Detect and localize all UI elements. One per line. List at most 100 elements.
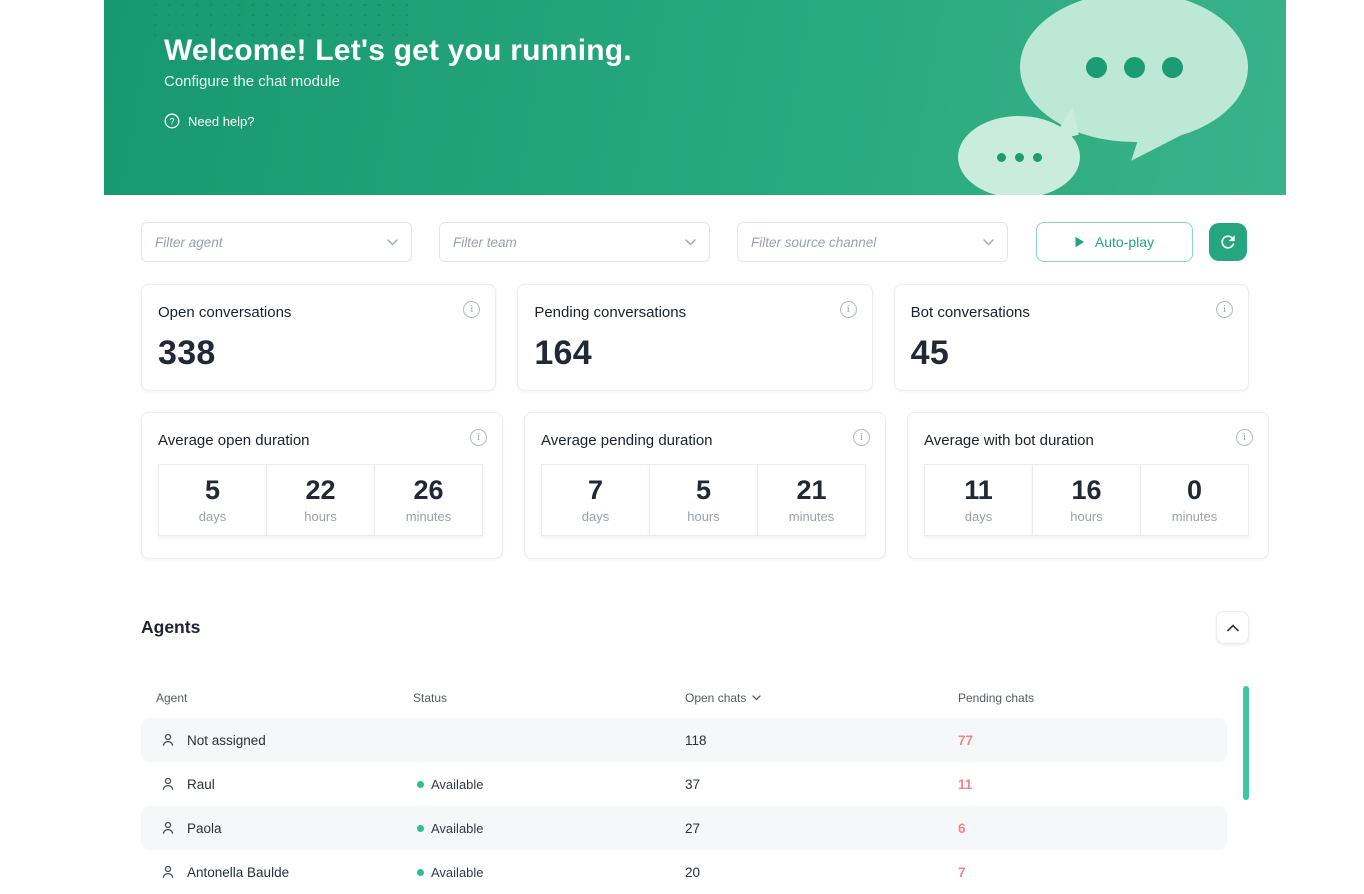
bubble-dot <box>1015 153 1024 162</box>
bubble-dot <box>997 153 1006 162</box>
pending-chats-cell: 77 <box>958 733 1227 748</box>
table-row[interactable]: Raul Available 37 11 <box>141 762 1227 806</box>
status-label: Available <box>431 777 484 792</box>
chevron-up-icon <box>1227 624 1239 632</box>
duration-segments: 5 days 22 hours 26 minutes <box>158 464 484 536</box>
agent-name: Paola <box>187 821 222 836</box>
table-row[interactable]: Paola Available 27 6 <box>141 806 1227 850</box>
status-cell: Available <box>413 865 685 880</box>
duration-segment: 26 minutes <box>374 464 483 536</box>
open-chats-cell: 27 <box>685 821 958 836</box>
agents-table-header: Agent Status Open chats Pending chats <box>141 684 1227 712</box>
person-icon <box>160 732 176 748</box>
filter-agent-select[interactable]: Filter agent <box>141 222 412 262</box>
table-row[interactable]: Not assigned 118 77 <box>141 718 1227 762</box>
table-row[interactable]: Antonella Baulde Available 20 7 <box>141 850 1227 894</box>
agent-name: Antonella Baulde <box>187 865 289 880</box>
banner-subtitle: Configure the chat module <box>164 73 340 90</box>
column-header-open-chats[interactable]: Open chats <box>685 691 958 705</box>
agent-name: Raul <box>187 777 215 792</box>
filter-source-channel-select[interactable]: Filter source channel <box>737 222 1008 262</box>
pending-chats-cell: 11 <box>958 777 1227 792</box>
segment-unit: days <box>199 509 226 524</box>
duration-segment: 16 hours <box>1032 464 1141 536</box>
bot-conversations-value: 45 <box>911 334 1230 373</box>
column-header-status: Status <box>413 691 685 705</box>
duration-segment: 22 hours <box>266 464 375 536</box>
autoplay-button[interactable]: Auto-play <box>1036 222 1193 262</box>
status-label: Available <box>431 865 484 880</box>
open-conversations-card: Open conversations i 338 <box>141 284 496 391</box>
segment-value: 11 <box>964 477 993 504</box>
refresh-icon <box>1218 232 1238 252</box>
duration-segments: 11 days 16 hours 0 minutes <box>924 464 1250 536</box>
segment-value: 26 <box>413 477 443 504</box>
person-icon <box>160 864 176 880</box>
open-chats-cell: 118 <box>685 733 958 748</box>
average-pending-duration-card: Average pending duration i 7 days 5 hour… <box>524 412 886 559</box>
segment-value: 21 <box>796 477 826 504</box>
open-chats-cell: 37 <box>685 777 958 792</box>
available-dot-icon <box>417 781 424 788</box>
duration-segment: 5 hours <box>649 464 758 536</box>
info-icon[interactable]: i <box>1216 301 1233 318</box>
duration-segment: 11 days <box>924 464 1033 536</box>
need-help-label: Need help? <box>188 114 255 129</box>
status-cell: Available <box>413 821 685 836</box>
column-label: Open chats <box>685 691 746 705</box>
bot-conversations-card: Bot conversations i 45 <box>894 284 1249 391</box>
agent-cell: Paola <box>156 820 413 836</box>
agents-table-body: Not assigned 118 77 Raul Available <box>141 718 1249 894</box>
segment-unit: minutes <box>789 509 835 524</box>
segment-unit: days <box>965 509 992 524</box>
durations-row: Average open duration i 5 days 22 hours … <box>141 412 1249 559</box>
dots-pattern <box>148 0 408 38</box>
agent-cell: Raul <box>156 776 413 792</box>
segment-value: 0 <box>1187 477 1202 504</box>
info-icon[interactable]: i <box>1236 429 1253 446</box>
agent-name: Not assigned <box>187 733 266 748</box>
segment-unit: hours <box>687 509 720 524</box>
segment-value: 7 <box>588 477 603 504</box>
duration-segments: 7 days 5 hours 21 minutes <box>541 464 867 536</box>
info-icon[interactable]: i <box>463 301 480 318</box>
card-title: Pending conversations <box>534 304 853 321</box>
person-icon <box>160 820 176 836</box>
segment-unit: hours <box>1070 509 1103 524</box>
agents-header: Agents <box>141 611 1249 644</box>
agents-table: Agent Status Open chats Pending chats <box>141 684 1249 894</box>
available-dot-icon <box>417 825 424 832</box>
info-icon[interactable]: i <box>853 429 870 446</box>
stats-row: Open conversations i 338 Pending convers… <box>141 284 1249 391</box>
chevron-down-icon <box>685 239 696 246</box>
filter-source-placeholder: Filter source channel <box>751 235 876 250</box>
agent-cell: Not assigned <box>156 732 413 748</box>
agent-cell: Antonella Baulde <box>156 864 413 880</box>
segment-value: 5 <box>696 477 711 504</box>
column-header-pending-chats: Pending chats <box>958 691 1227 705</box>
need-help-link[interactable]: ? Need help? <box>164 113 255 129</box>
segment-unit: minutes <box>406 509 452 524</box>
average-with-bot-duration-card: Average with bot duration i 11 days 16 h… <box>907 412 1269 559</box>
column-label: Agent <box>156 691 187 705</box>
card-title: Average with bot duration <box>924 432 1250 449</box>
filter-agent-placeholder: Filter agent <box>155 235 223 250</box>
pending-chats-cell: 6 <box>958 821 1227 836</box>
pending-conversations-card: Pending conversations i 164 <box>517 284 872 391</box>
duration-segment: 5 days <box>158 464 267 536</box>
refresh-button[interactable] <box>1209 223 1247 261</box>
chevron-down-icon <box>983 239 994 246</box>
collapse-agents-button[interactable] <box>1216 611 1249 644</box>
info-icon[interactable]: i <box>840 301 857 318</box>
chat-bubble-small-illustration <box>958 116 1080 195</box>
bubble-dot <box>1124 57 1145 78</box>
help-circle-icon: ? <box>164 113 180 129</box>
play-icon <box>1075 236 1085 248</box>
filter-team-select[interactable]: Filter team <box>439 222 710 262</box>
table-scrollbar[interactable] <box>1243 686 1249 800</box>
open-conversations-value: 338 <box>158 334 477 373</box>
svg-text:?: ? <box>169 116 174 126</box>
open-chats-cell: 20 <box>685 865 958 880</box>
info-icon[interactable]: i <box>470 429 487 446</box>
duration-segment: 21 minutes <box>757 464 866 536</box>
